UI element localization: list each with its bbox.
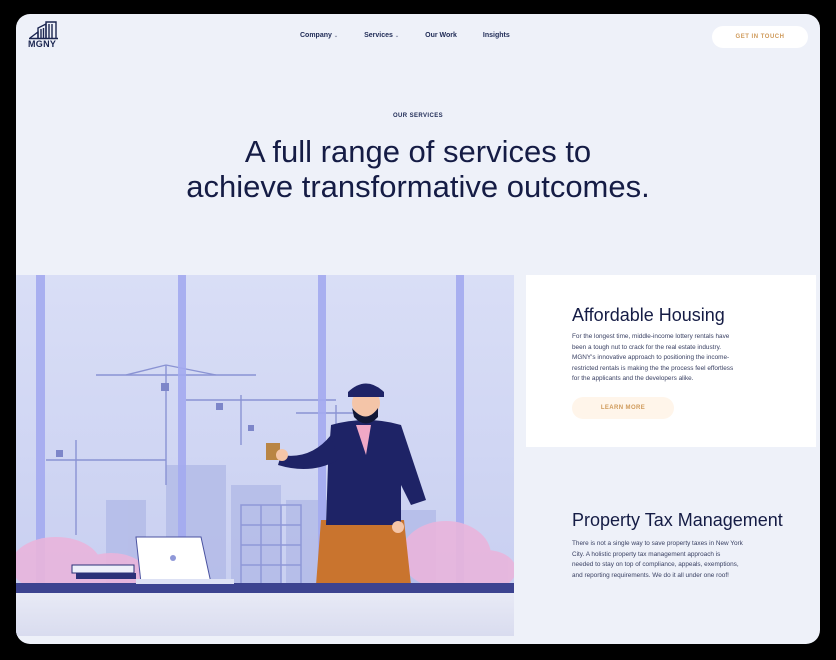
nav-item-services[interactable]: Services ⌄ [364, 32, 399, 39]
nav-item-company[interactable]: Company ⌄ [300, 32, 338, 39]
chevron-down-icon: ⌄ [333, 32, 339, 39]
nav-label: Services [364, 32, 393, 39]
description-line: for the applicants and the developers al… [572, 375, 694, 382]
get-in-touch-button[interactable]: GET IN TOUCH [712, 26, 808, 48]
nav-label: Our Work [425, 32, 457, 39]
headline-line-1: A full range of services to [244, 134, 592, 169]
description-line: There is not a single way to save proper… [572, 540, 743, 547]
description-line: and reporting requirements. We do it all… [572, 571, 729, 579]
headline-line-2: achieve transformative outcomes. [186, 169, 650, 204]
description-line: MGNY's innovative approach to positionin… [572, 354, 730, 361]
nav-label: Insights [482, 32, 510, 39]
description-line: City. A holistic property tax management… [572, 550, 721, 558]
brand-name: MGNY [28, 39, 57, 49]
page-headline: A full range of services to achieve tran… [16, 134, 820, 204]
nav-item-our-work[interactable]: Our Work [425, 32, 457, 39]
service-description: There is not a single way to save proper… [572, 539, 772, 581]
service-title: Affordable Housing [572, 305, 725, 325]
section-eyebrow: OUR SERVICES [392, 113, 444, 119]
nav-item-insights[interactable]: Insights [483, 32, 510, 39]
description-line: been a tough nut to crack for the real e… [572, 343, 722, 351]
service-card-property-tax: Property Tax Management There is not a s… [526, 504, 820, 624]
page: MGNY Company ⌄ Services ⌄ Our Work Insig… [16, 14, 820, 644]
description-line: restricted rentals is making the the pro… [572, 364, 734, 372]
nav-label: Company [300, 32, 332, 39]
service-card-affordable-housing: Affordable Housing For the longest time,… [526, 275, 816, 447]
description-line: needed to stay on top of compliance, app… [572, 561, 739, 568]
chevron-down-icon: ⌄ [394, 32, 400, 39]
main-nav: Company ⌄ Services ⌄ Our Work Insights [300, 32, 510, 39]
service-title: Property Tax Management [572, 510, 783, 530]
office-illustration [16, 275, 514, 636]
description-line: For the longest time, middle-income lott… [572, 333, 730, 340]
learn-more-button[interactable]: LEARN MORE [572, 397, 674, 419]
service-description: For the longest time, middle-income lott… [572, 332, 772, 385]
